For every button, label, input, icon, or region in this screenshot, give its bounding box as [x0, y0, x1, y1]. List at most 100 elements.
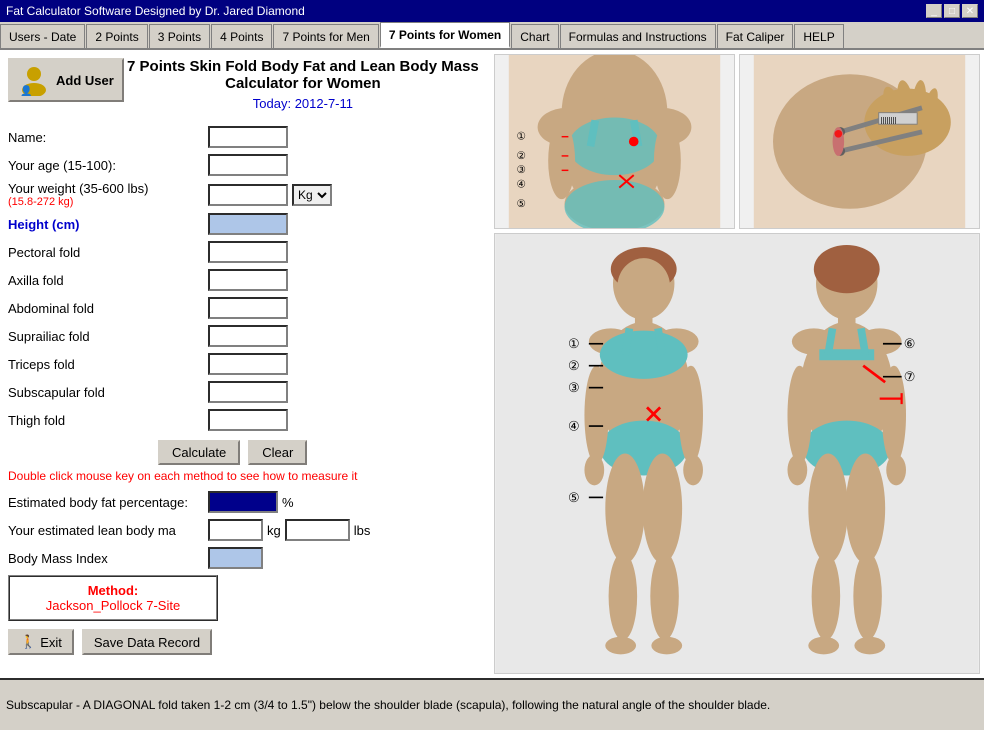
tab-users-date[interactable]: Users - Date: [0, 24, 85, 48]
app-title: Fat Calculator Software Designed by Dr. …: [6, 4, 305, 18]
svg-text:③: ③: [568, 380, 580, 395]
clear-button[interactable]: Clear: [248, 440, 307, 465]
svg-text:②: ②: [568, 358, 580, 373]
subscapular-label: Subscapular fold: [8, 385, 208, 400]
name-input[interactable]: [208, 126, 288, 148]
weight-unit-select[interactable]: Kg lbs: [292, 184, 332, 206]
left-panel: 👤 Add User 7 Points Skin Fold Body Fat a…: [0, 50, 490, 678]
svg-text:⑦: ⑦: [904, 369, 916, 384]
main-content: 👤 Add User 7 Points Skin Fold Body Fat a…: [0, 50, 984, 678]
axilla-row: Axilla fold: [8, 268, 482, 292]
double-click-message: Double click mouse key on each method to…: [8, 469, 482, 483]
exit-button[interactable]: 🚶 Exit: [8, 629, 74, 655]
axilla-label: Axilla fold: [8, 273, 208, 288]
caliper-svg: ||||||||: [740, 55, 979, 228]
age-label: Your age (15-100):: [8, 158, 208, 173]
lean-body-row: Your estimated lean body ma kg lbs: [8, 519, 482, 541]
svg-text:①: ①: [516, 131, 526, 143]
body-fat-label: Estimated body fat percentage:: [8, 495, 208, 510]
svg-text:④: ④: [516, 179, 526, 191]
age-input[interactable]: [208, 154, 288, 176]
right-panel: ① ② ③ ④ ⑤: [490, 50, 984, 678]
name-label: Name:: [8, 130, 208, 145]
tab-2-points[interactable]: 2 Points: [86, 24, 147, 48]
abdominal-label: Abdominal fold: [8, 301, 208, 316]
suprailiac-label: Suprailiac fold: [8, 329, 208, 344]
tab-7-points-women[interactable]: 7 Points for Women: [380, 22, 510, 48]
page-title: 7 Points Skin Fold Body Fat and Lean Bod…: [124, 58, 482, 92]
top-images: ① ② ③ ④ ⑤: [494, 54, 980, 229]
front-torso-image: ① ② ③ ④ ⑤: [494, 54, 735, 229]
tab-fat-caliper[interactable]: Fat Caliper: [717, 24, 794, 48]
abdominal-input[interactable]: [208, 297, 288, 319]
triceps-label: Triceps fold: [8, 357, 208, 372]
tab-help[interactable]: HELP: [794, 24, 843, 48]
bmi-input[interactable]: [208, 547, 263, 569]
pectoral-row: Pectoral fold: [8, 240, 482, 264]
pectoral-label: Pectoral fold: [8, 245, 208, 260]
add-user-label: Add User: [56, 73, 114, 88]
tab-chart[interactable]: Chart: [511, 24, 558, 48]
front-torso-svg: ① ② ③ ④ ⑤: [495, 55, 734, 228]
weight-input[interactable]: [208, 184, 288, 206]
exit-label: Exit: [40, 635, 62, 650]
triceps-row: Triceps fold: [8, 352, 482, 376]
add-user-icon: 👤: [18, 64, 50, 96]
subscapular-input[interactable]: [208, 381, 288, 403]
title-bar: Fat Calculator Software Designed by Dr. …: [0, 0, 984, 22]
pectoral-input[interactable]: [208, 241, 288, 263]
header-area: 👤 Add User 7 Points Skin Fold Body Fat a…: [8, 58, 482, 119]
body-fat-unit: %: [282, 495, 294, 510]
calc-buttons: Calculate Clear: [158, 440, 482, 465]
save-data-button[interactable]: Save Data Record: [82, 629, 212, 655]
tab-4-points[interactable]: 4 Points: [211, 24, 272, 48]
svg-text:①: ①: [568, 336, 580, 351]
tab-formulas[interactable]: Formulas and Instructions: [560, 24, 716, 48]
suprailiac-row: Suprailiac fold: [8, 324, 482, 348]
maximize-button[interactable]: □: [944, 4, 960, 18]
subscapular-row: Subscapular fold: [8, 380, 482, 404]
bmi-label: Body Mass Index: [8, 551, 208, 566]
close-button[interactable]: ✕: [962, 4, 978, 18]
axilla-input[interactable]: [208, 269, 288, 291]
svg-text:②: ②: [516, 150, 526, 162]
weight-label: Your weight (35-600 lbs): [8, 181, 208, 196]
weight-note: (15.8-272 kg): [8, 196, 208, 208]
today-date: Today: 2012-7-11: [124, 96, 482, 111]
exit-icon: 🚶: [20, 634, 36, 650]
status-text: Subscapular - A DIAGONAL fold taken 1-2 …: [6, 698, 770, 712]
height-label: Height (cm): [8, 217, 208, 232]
lean-body-lbs-input[interactable]: [285, 519, 350, 541]
name-row: Name:: [8, 125, 482, 149]
tab-7-points-men[interactable]: 7 Points for Men: [273, 24, 378, 48]
tab-3-points[interactable]: 3 Points: [149, 24, 210, 48]
svg-text:③: ③: [516, 164, 526, 176]
method-box: Method: Jackson_Pollock 7-Site: [8, 575, 218, 621]
bmi-row: Body Mass Index: [8, 547, 482, 569]
bottom-body-svg: ① ② ③ ④ ⑤: [495, 234, 979, 673]
svg-text:④: ④: [568, 418, 580, 433]
lean-body-kg-input[interactable]: [208, 519, 263, 541]
minimize-button[interactable]: _: [926, 4, 942, 18]
weight-row: Your weight (35-600 lbs) (15.8-272 kg) K…: [8, 181, 482, 208]
status-bar: Subscapular - A DIAGONAL fold taken 1-2 …: [0, 678, 984, 730]
calculate-button[interactable]: Calculate: [158, 440, 240, 465]
suprailiac-input[interactable]: [208, 325, 288, 347]
height-row: Height (cm): [8, 212, 482, 236]
age-row: Your age (15-100):: [8, 153, 482, 177]
svg-text:👤: 👤: [20, 84, 32, 96]
nav-tabs: Users - Date2 Points3 Points4 Points7 Po…: [0, 22, 984, 50]
svg-text:||||||||: ||||||||: [881, 115, 897, 124]
add-user-button[interactable]: 👤 Add User: [8, 58, 124, 102]
abdominal-row: Abdominal fold: [8, 296, 482, 320]
thigh-input[interactable]: [208, 409, 288, 431]
body-fat-input[interactable]: [208, 491, 278, 513]
lean-body-unit1: kg: [267, 523, 281, 538]
window-controls: _ □ ✕: [924, 4, 978, 18]
caliper-image: ||||||||: [739, 54, 980, 229]
height-input[interactable]: [208, 213, 288, 235]
bottom-buttons: 🚶 Exit Save Data Record: [8, 629, 482, 655]
svg-text:⑤: ⑤: [568, 490, 580, 505]
triceps-input[interactable]: [208, 353, 288, 375]
bottom-body-image: ① ② ③ ④ ⑤: [494, 233, 980, 674]
